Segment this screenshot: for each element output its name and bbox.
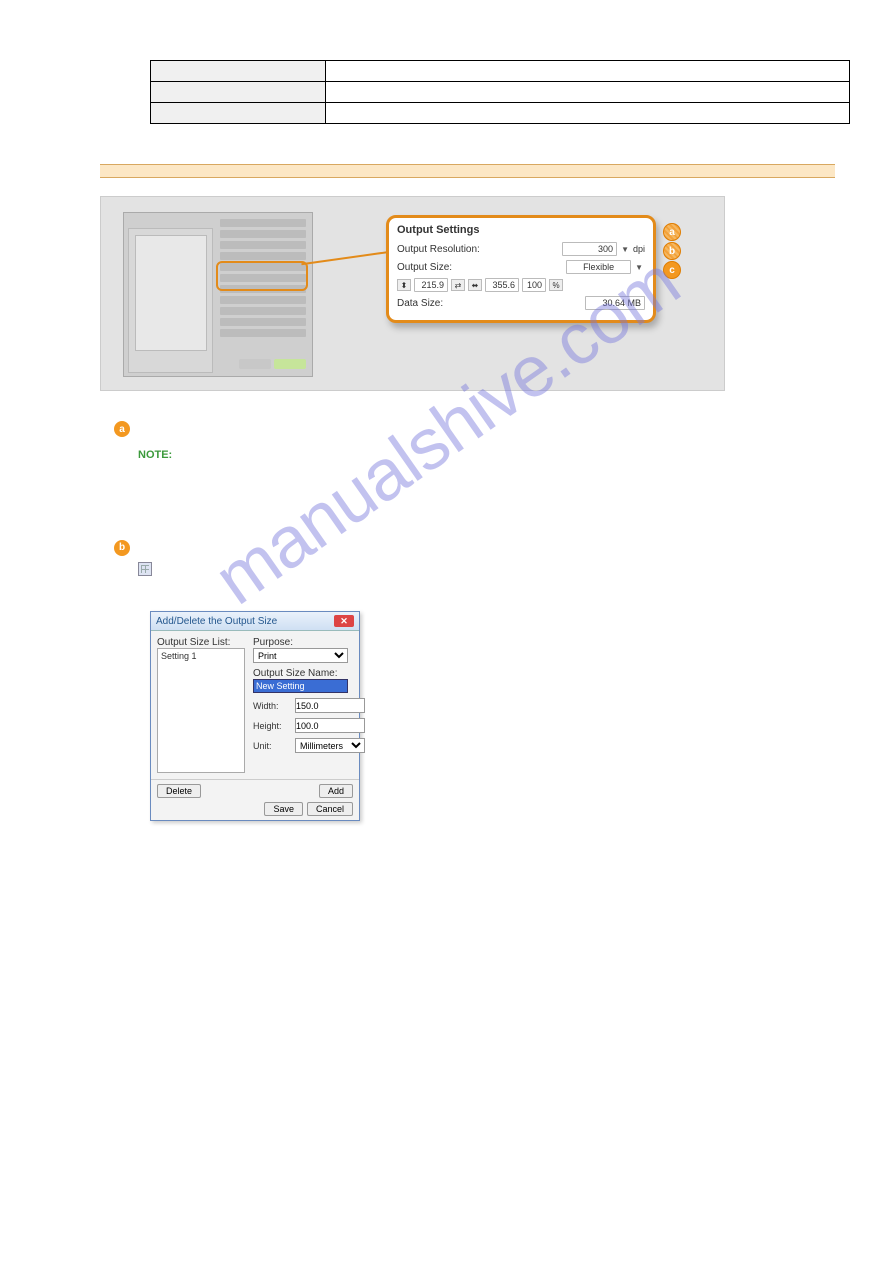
item-a-heading: a	[114, 421, 814, 437]
table-key	[151, 61, 326, 82]
callout-title: Output Settings	[397, 224, 645, 236]
item-b-heading: b	[114, 540, 814, 556]
marker-b-inline: b	[114, 540, 130, 556]
table-val	[326, 61, 850, 82]
output-settings-callout: Output Settings Output Resolution: 300 ▼…	[386, 215, 656, 323]
table-key	[151, 82, 326, 103]
width-value[interactable]: 215.9	[414, 278, 448, 292]
dialog-title: Add/Delete the Output Size	[156, 616, 277, 627]
marker-b: b	[663, 242, 681, 260]
info-table	[150, 60, 850, 124]
add-delete-output-size-dialog: Add/Delete the Output Size ✕ Output Size…	[150, 611, 360, 821]
table-row	[151, 61, 850, 82]
purpose-select[interactable]: Print	[253, 648, 348, 663]
table-row	[151, 82, 850, 103]
note-block: NOTE:	[138, 447, 814, 464]
grid-icon	[138, 562, 152, 576]
thumbnail-sidebar	[220, 219, 306, 371]
width-icon: ⬍	[397, 279, 411, 291]
thumbnail-btn	[239, 359, 271, 369]
table-val	[326, 103, 850, 124]
unit-label: Unit:	[253, 741, 291, 751]
marker-a: a	[663, 223, 681, 241]
marker-c: c	[663, 261, 681, 279]
ratio-icon[interactable]: %	[549, 279, 563, 291]
data-size-value: 30.64 MB	[585, 296, 645, 310]
output-size-listbox[interactable]: Setting 1	[157, 648, 245, 773]
item-b-desc	[138, 562, 814, 578]
thumbnail-highlight	[216, 261, 308, 291]
output-size-name-field[interactable]: New Setting	[253, 679, 348, 693]
thumbnail-window	[123, 212, 313, 377]
resolution-value[interactable]: 300	[562, 242, 617, 256]
height-label: Height:	[253, 721, 291, 731]
height-value[interactable]: 355.6	[485, 278, 519, 292]
resolution-unit: dpi	[633, 244, 645, 254]
output-size-name-label: Output Size Name:	[253, 668, 365, 679]
dropdown-icon[interactable]: ▼	[633, 263, 645, 272]
dropdown-icon[interactable]: ▼	[619, 245, 631, 254]
percent-value[interactable]: 100	[522, 278, 546, 292]
width-label: Width:	[253, 701, 291, 711]
list-item[interactable]: Setting 1	[161, 651, 241, 661]
link-icon[interactable]: ⇄	[451, 279, 465, 291]
table-val	[326, 82, 850, 103]
thumbnail-canvas	[135, 235, 207, 351]
close-icon[interactable]: ✕	[334, 615, 354, 627]
marker-column: a b c	[663, 223, 681, 279]
table-row	[151, 103, 850, 124]
callout-pointer	[301, 251, 390, 266]
purpose-label: Purpose:	[253, 637, 365, 648]
save-button[interactable]: Save	[264, 802, 303, 816]
marker-a-inline: a	[114, 421, 130, 437]
note-label: NOTE:	[138, 449, 172, 461]
add-button[interactable]: Add	[319, 784, 353, 798]
thumbnail-btn	[274, 359, 306, 369]
thumbnail-canvas-area	[128, 228, 213, 373]
section-header	[100, 164, 835, 178]
resolution-label: Output Resolution:	[397, 244, 480, 255]
output-size-label: Output Size:	[397, 262, 452, 273]
output-size-list-label: Output Size List:	[157, 637, 245, 648]
figure-area: Output Settings Output Resolution: 300 ▼…	[100, 196, 725, 391]
data-size-label: Data Size:	[397, 298, 443, 309]
table-key	[151, 103, 326, 124]
unit-select[interactable]: Millimeters	[295, 738, 365, 753]
output-size-value[interactable]: Flexible	[566, 260, 631, 274]
height-input[interactable]	[295, 718, 365, 733]
width-input[interactable]	[295, 698, 365, 713]
cancel-button[interactable]: Cancel	[307, 802, 353, 816]
delete-button[interactable]: Delete	[157, 784, 201, 798]
height-icon: ⬌	[468, 279, 482, 291]
